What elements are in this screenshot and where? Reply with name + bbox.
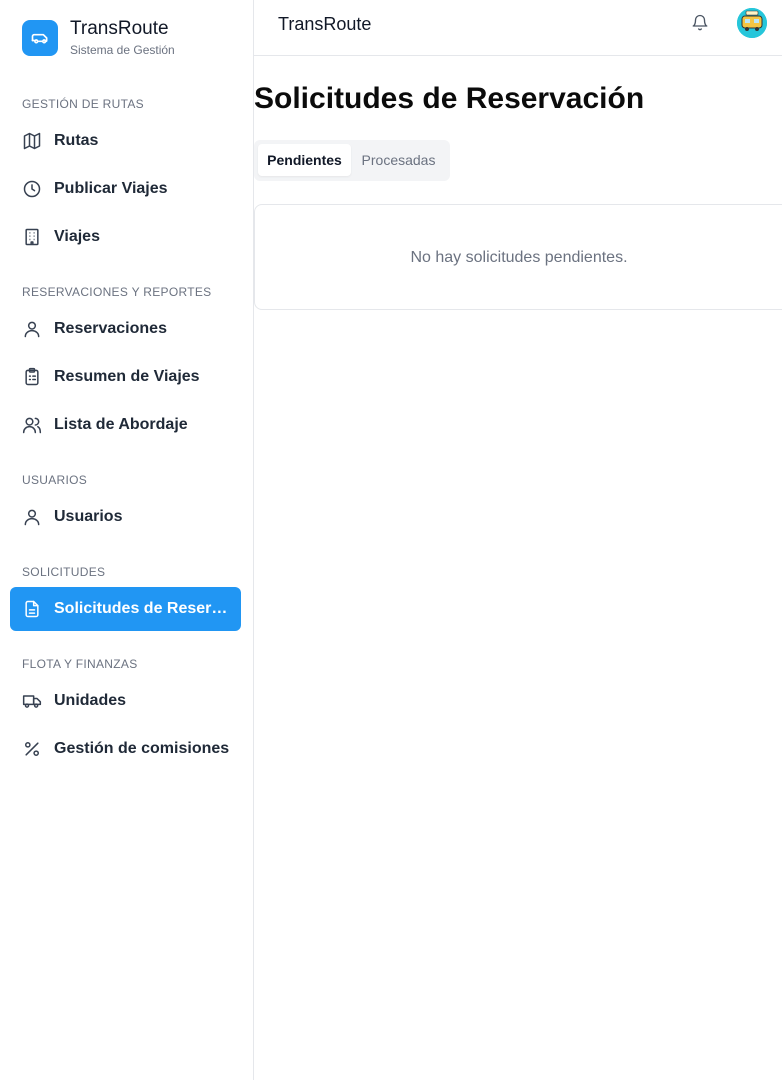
section-label-reservaciones-reportes: RESERVACIONES Y REPORTES [22,285,212,299]
brand-title: TransRoute [70,18,169,39]
sidebar-item-rutas[interactable]: Rutas [10,119,241,163]
brand-subtitle: Sistema de Gestión [70,43,175,57]
sidebar-item-label: Resumen de Viajes [54,368,200,385]
clipboard-list-icon [22,367,42,387]
sidebar-item-usuarios[interactable]: Usuarios [10,495,241,539]
sidebar-item-solicitudes-reservacion[interactable]: Solicitudes de Reservación [10,587,241,631]
sidebar-item-label: Publicar Viajes [54,180,168,197]
users-icon [22,415,42,435]
sidebar-item-label: Usuarios [54,508,123,525]
sidebar-item-gestion-comisiones[interactable]: Gestión de comisiones [10,727,241,771]
sidebar-item-label: Solicitudes de Reservación [54,600,234,617]
empty-state-message: No hay solicitudes pendientes. [410,249,628,266]
section-label-gestion-rutas: GESTIÓN DE RUTAS [22,97,144,111]
user-icon [22,319,42,339]
bell-icon[interactable] [691,14,709,32]
percent-icon [22,739,42,759]
brand[interactable]: TransRoute Sistema de Gestión [22,18,175,58]
empty-state-card: No hay solicitudes pendientes. [254,204,782,310]
tab-procesadas[interactable]: Procesadas [351,144,446,176]
sidebar-item-label: Reservaciones [54,320,167,337]
avatar-icon [737,8,767,38]
section-label-solicitudes: SOLICITUDES [22,565,106,579]
sidebar-item-reservaciones[interactable]: Reservaciones [10,307,241,351]
sidebar-item-label: Lista de Abordaje [54,416,188,433]
page-title: Solicitudes de Reservación [254,82,645,115]
sidebar-item-resumen-viajes[interactable]: Resumen de Viajes [10,355,241,399]
sidebar-item-label: Unidades [54,692,127,709]
header-title: TransRoute [278,14,372,34]
clock-icon [22,179,42,199]
tab-pendientes[interactable]: Pendientes [258,144,351,176]
top-bar: TransRoute [254,0,782,56]
bus-logo-icon [22,20,58,56]
sidebar-item-lista-abordaje[interactable]: Lista de Abordaje [10,403,241,447]
user-icon [22,507,42,527]
sidebar-item-label: Gestión de comisiones [54,740,230,757]
map-icon [22,131,42,151]
sidebar: TransRoute Sistema de Gestión GESTIÓN DE… [0,0,254,1080]
sidebar-item-label: Viajes [54,228,100,245]
section-label-flota-finanzas: FLOTA Y FINANZAS [22,657,138,671]
sidebar-item-label: Rutas [54,132,99,149]
tabs: Pendientes Procesadas [254,140,450,181]
section-label-usuarios: USUARIOS [22,473,88,487]
sidebar-item-publicar-viajes[interactable]: Publicar Viajes [10,167,241,211]
sidebar-item-unidades[interactable]: Unidades [10,679,241,723]
avatar[interactable] [737,8,767,38]
truck-icon [22,691,42,711]
sidebar-item-viajes[interactable]: Viajes [10,215,241,259]
building-icon [22,227,42,247]
file-text-icon [22,599,42,619]
